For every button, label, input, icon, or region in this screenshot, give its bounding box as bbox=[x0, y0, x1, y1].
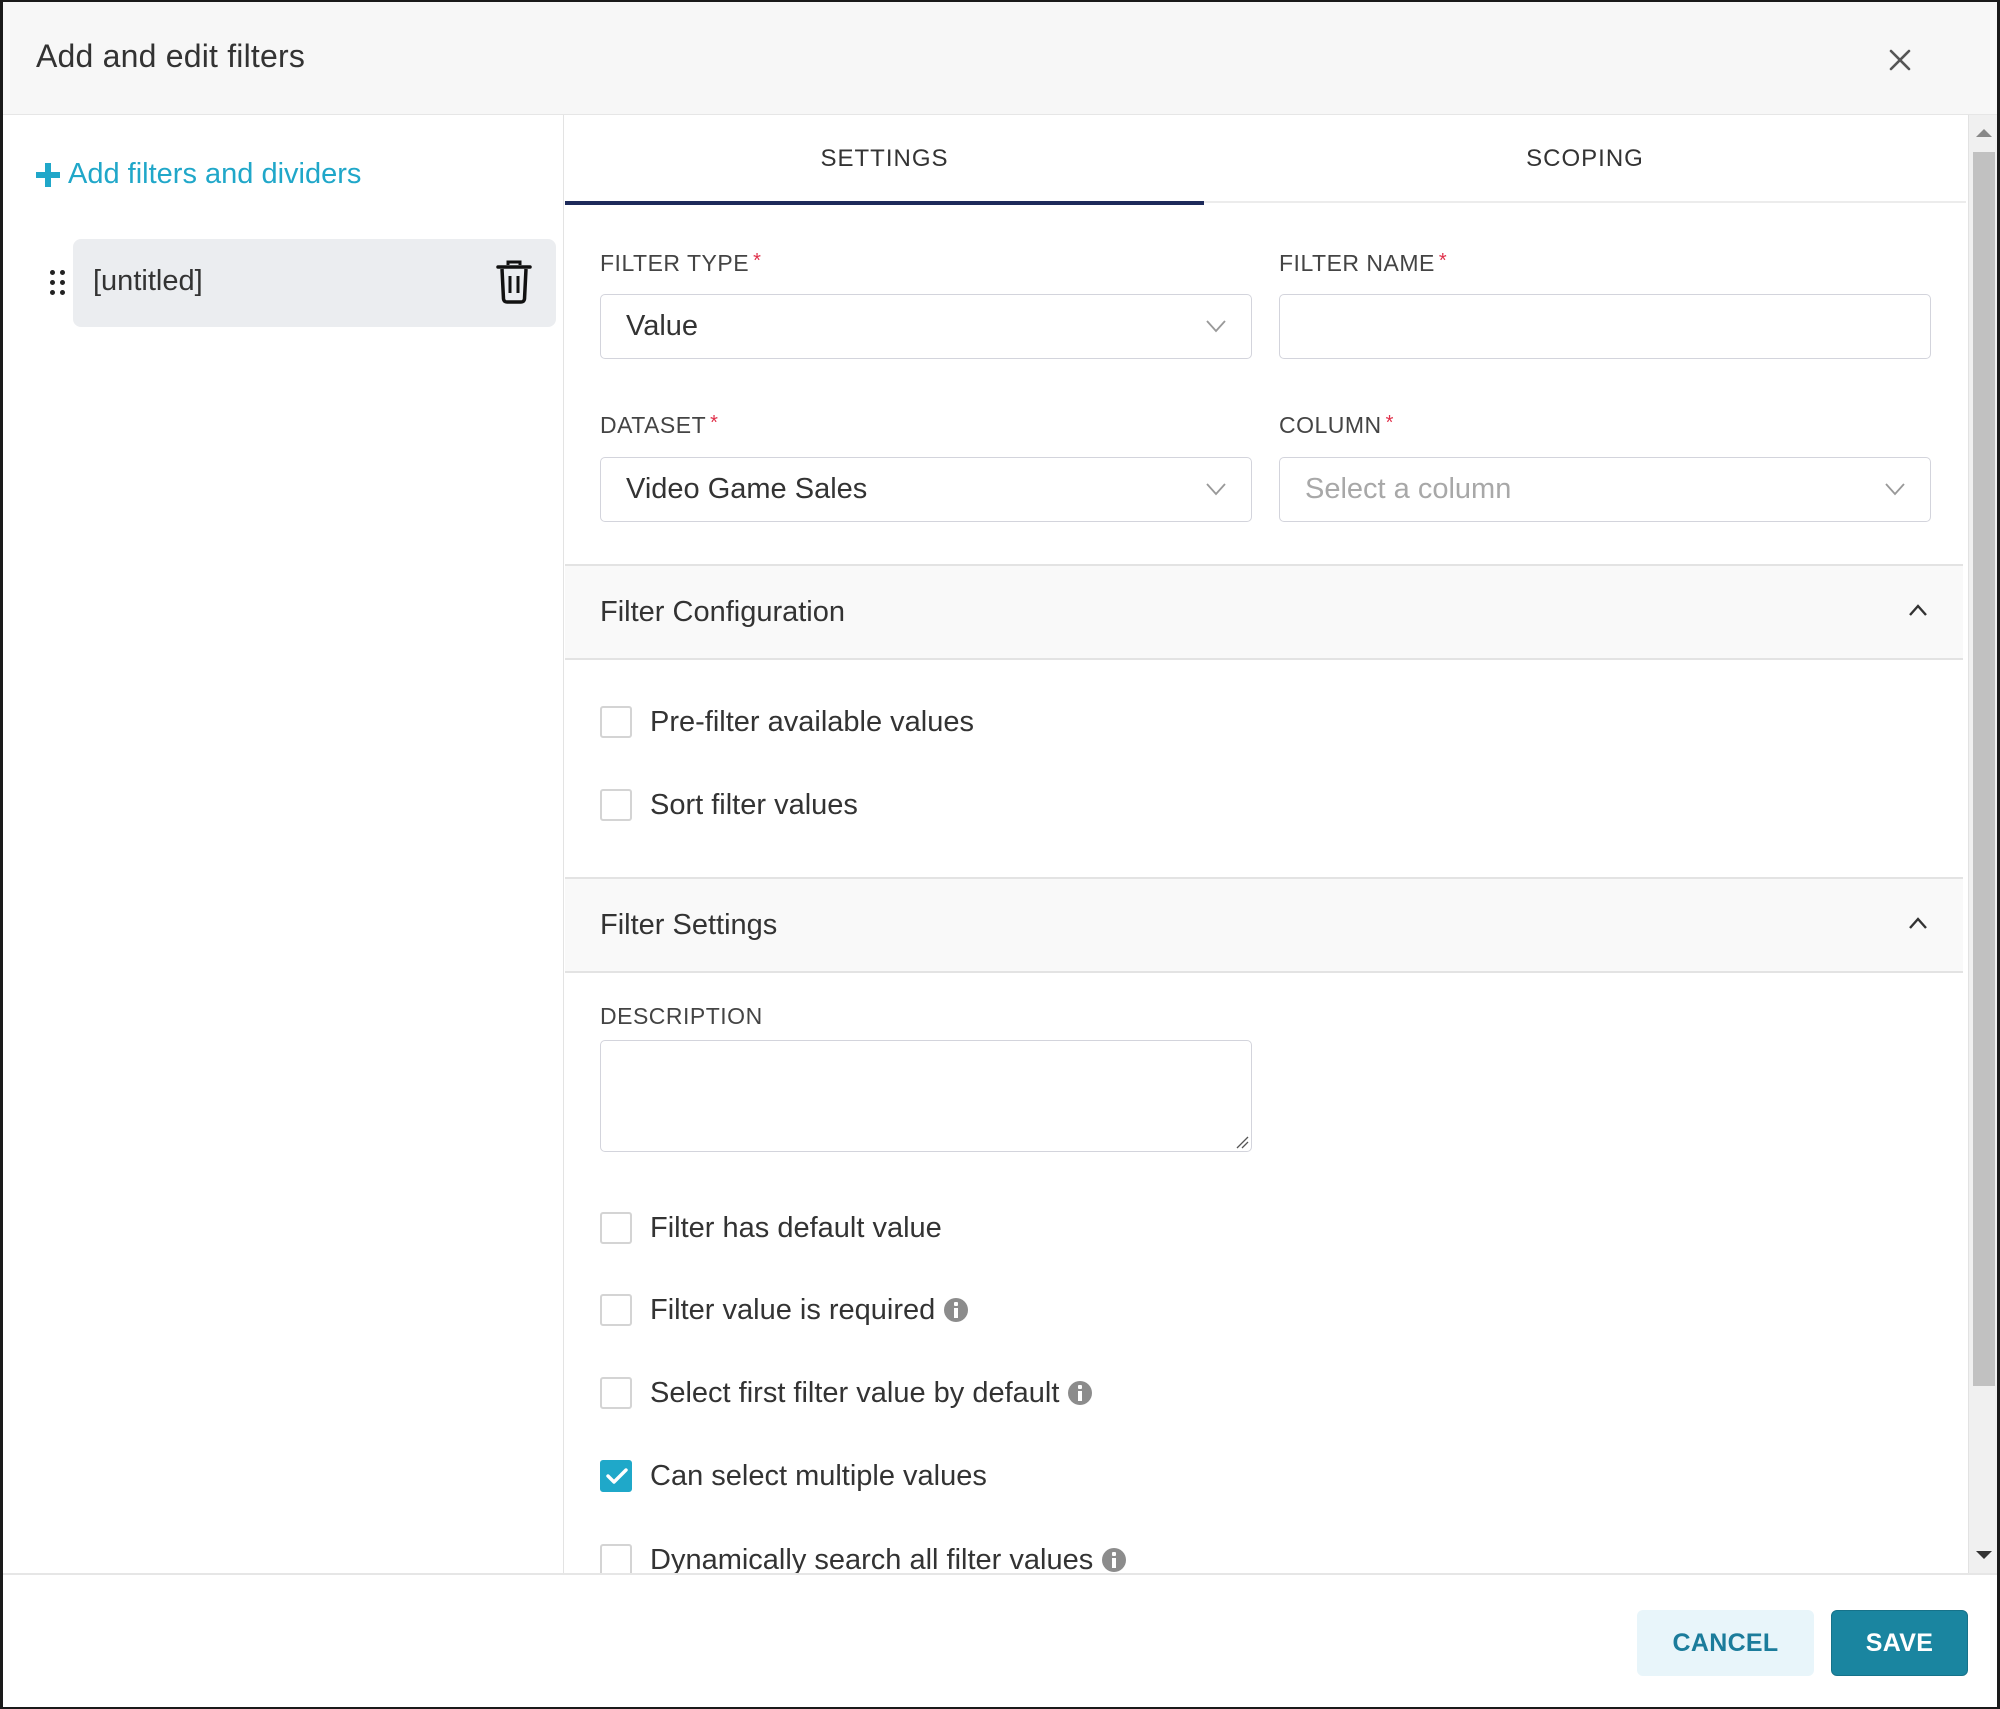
scroll-down-arrow-icon[interactable] bbox=[1976, 1551, 1992, 1559]
filter-settings-header[interactable]: Filter Settings bbox=[565, 877, 1963, 973]
drag-handle-icon[interactable] bbox=[50, 270, 68, 296]
chevron-down-icon bbox=[1885, 483, 1905, 496]
required-marker: * bbox=[753, 250, 762, 272]
option-filter-has-default-value[interactable]: Filter has default value bbox=[600, 1211, 942, 1245]
checkbox[interactable] bbox=[600, 1212, 632, 1244]
option-filter-value-is-required[interactable]: Filter value is required bbox=[600, 1293, 969, 1327]
option-can-select-multiple-values[interactable]: Can select multiple values bbox=[600, 1459, 987, 1493]
description-label: DESCRIPTION bbox=[600, 1003, 763, 1029]
filter-type-label-text: FILTER TYPE bbox=[600, 250, 750, 276]
option-select-first-filter-value-by-default[interactable]: Select first filter value by default bbox=[600, 1376, 1093, 1410]
filter-name-label: FILTER NAME * bbox=[1279, 250, 1447, 277]
chevron-up-icon bbox=[1909, 917, 1927, 929]
option-label: Pre-filter available values bbox=[650, 705, 974, 738]
checkbox[interactable] bbox=[600, 1294, 632, 1326]
filter-type-select[interactable]: Value bbox=[600, 294, 1252, 359]
option-label: Select first filter value by default bbox=[650, 1376, 1060, 1409]
option-sort-filter-values[interactable]: Sort filter values bbox=[600, 788, 858, 822]
column-select[interactable]: Select a column bbox=[1279, 457, 1931, 522]
filter-settings-title: Filter Settings bbox=[600, 909, 778, 941]
filter-settings-panel: SETTINGS SCOPING FILTER TYPE * Value FILT… bbox=[565, 115, 1966, 1573]
vertical-scrollbar[interactable] bbox=[1968, 115, 1997, 1573]
checkbox[interactable] bbox=[600, 1544, 632, 1573]
dialog-header: Add and edit filters bbox=[3, 2, 1997, 115]
dataset-label: DATASET * bbox=[600, 412, 718, 439]
chevron-down-icon bbox=[1206, 320, 1226, 333]
dataset-select[interactable]: Video Game Sales bbox=[600, 457, 1252, 522]
checkbox-checked[interactable] bbox=[600, 1460, 632, 1492]
filter-configuration-header[interactable]: Filter Configuration bbox=[565, 564, 1963, 660]
chevron-up-icon bbox=[1909, 604, 1927, 616]
checkbox[interactable] bbox=[600, 1377, 632, 1409]
cancel-button[interactable]: CANCEL bbox=[1637, 1610, 1814, 1676]
close-icon bbox=[1889, 49, 1911, 71]
close-button[interactable] bbox=[1880, 40, 1920, 80]
checkbox[interactable] bbox=[600, 706, 632, 738]
tab-settings[interactable]: SETTINGS bbox=[565, 115, 1204, 205]
info-icon[interactable] bbox=[1102, 1548, 1127, 1572]
info-icon[interactable] bbox=[944, 1298, 969, 1322]
required-marker: * bbox=[710, 412, 719, 434]
dataset-value: Video Game Sales bbox=[626, 473, 868, 505]
required-marker: * bbox=[1438, 250, 1448, 272]
filter-type-value: Value bbox=[626, 310, 699, 342]
filter-name-label-text: FILTER NAME bbox=[1279, 250, 1435, 276]
add-edit-filters-dialog: Add and edit filters Add filters and div… bbox=[0, 0, 2000, 1709]
option-label: Dynamically search all filter values bbox=[650, 1543, 1094, 1574]
required-marker: * bbox=[1385, 412, 1394, 434]
filter-name-input[interactable] bbox=[1279, 294, 1931, 359]
option-label: Sort filter values bbox=[650, 788, 858, 821]
save-button[interactable]: SAVE bbox=[1831, 1610, 1968, 1676]
add-filters-and-dividers-link[interactable]: Add filters and dividers bbox=[36, 158, 361, 191]
option-pre-filter-available-values[interactable]: Pre-filter available values bbox=[600, 705, 974, 739]
info-icon[interactable] bbox=[1068, 1381, 1093, 1405]
delete-filter-button[interactable] bbox=[493, 259, 535, 305]
scroll-up-arrow-icon[interactable] bbox=[1976, 129, 1992, 137]
filter-type-label: FILTER TYPE * bbox=[600, 250, 761, 277]
plus-icon bbox=[36, 162, 60, 187]
filter-list-item[interactable]: [untitled] bbox=[73, 239, 556, 327]
tab-scoping[interactable]: SCOPING bbox=[1204, 115, 1966, 203]
checkmark-icon bbox=[606, 1468, 628, 1484]
add-filters-label: Add filters and dividers bbox=[68, 158, 362, 190]
chevron-down-icon bbox=[1206, 483, 1226, 496]
scrollbar-thumb[interactable] bbox=[1973, 152, 1995, 1386]
tab-bar: SETTINGS SCOPING bbox=[565, 115, 1966, 205]
dataset-label-text: DATASET bbox=[600, 412, 707, 438]
column-placeholder: Select a column bbox=[1305, 473, 1512, 505]
filter-list-item-label: [untitled] bbox=[93, 265, 203, 297]
dialog-footer: CANCEL SAVE bbox=[3, 1573, 1997, 1707]
description-textarea[interactable] bbox=[600, 1040, 1252, 1152]
filter-configuration-title: Filter Configuration bbox=[600, 596, 845, 628]
resize-grip-icon[interactable] bbox=[1235, 1135, 1249, 1149]
option-label: Filter value is required bbox=[650, 1293, 936, 1326]
checkbox[interactable] bbox=[600, 789, 632, 821]
option-label: Filter has default value bbox=[650, 1211, 942, 1244]
column-label: COLUMN * bbox=[1279, 412, 1394, 439]
trash-icon bbox=[496, 260, 532, 304]
option-dynamically-search-all-filter-values[interactable]: Dynamically search all filter values bbox=[600, 1543, 1127, 1574]
filter-list-panel: Add filters and dividers [untitled] bbox=[3, 115, 564, 1573]
dialog-title: Add and edit filters bbox=[36, 38, 306, 74]
column-label-text: COLUMN bbox=[1279, 412, 1382, 438]
option-label: Can select multiple values bbox=[650, 1459, 987, 1492]
